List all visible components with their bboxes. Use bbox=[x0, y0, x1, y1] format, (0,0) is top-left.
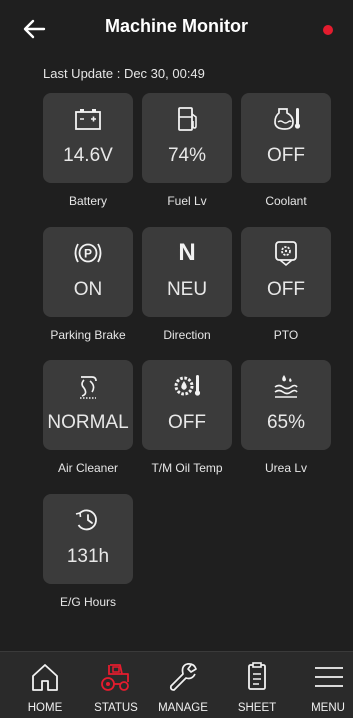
oil-temp-tile[interactable]: OFF bbox=[142, 360, 232, 450]
coolant-tile[interactable]: OFF bbox=[241, 93, 331, 183]
urea-value: 65% bbox=[266, 412, 306, 433]
engine-hours-icon bbox=[75, 509, 97, 531]
urea-level-icon bbox=[274, 375, 298, 398]
battery-tile[interactable]: 14.6V bbox=[43, 93, 133, 183]
oil-temp-label: T/M Oil Temp bbox=[151, 461, 223, 475]
direction-tile[interactable]: N NEU bbox=[142, 227, 232, 317]
nav-home[interactable]: HOME bbox=[10, 652, 80, 718]
nav-menu[interactable]: MENU bbox=[293, 652, 353, 718]
neutral-icon: N bbox=[178, 239, 196, 266]
nav-status[interactable]: STATUS bbox=[81, 652, 151, 718]
direction-label: Direction bbox=[163, 328, 211, 342]
air-cleaner-icon bbox=[80, 376, 97, 399]
page-title: Machine Monitor bbox=[105, 16, 248, 36]
parking-brake-tile[interactable]: P ON bbox=[43, 227, 133, 317]
engine-hours-label: E/G Hours bbox=[59, 595, 116, 609]
app-header: Machine Monitor bbox=[0, 0, 353, 58]
menu-icon bbox=[315, 667, 343, 687]
fuel-value: 74% bbox=[167, 145, 207, 166]
pto-value: OFF bbox=[267, 279, 305, 300]
pto-icon bbox=[275, 241, 297, 267]
pto-tile[interactable]: OFF bbox=[241, 227, 331, 317]
status-dot-icon bbox=[323, 25, 333, 35]
pto-label: PTO bbox=[273, 328, 299, 342]
nav-home-label: HOME bbox=[27, 702, 63, 714]
battery-value: 14.6V bbox=[63, 145, 113, 166]
nav-menu-label: MENU bbox=[311, 702, 345, 714]
nav-manage[interactable]: MANAGE bbox=[148, 652, 218, 718]
svg-text:P: P bbox=[84, 247, 92, 261]
tractor-icon bbox=[101, 664, 129, 691]
fuel-label: Fuel Lv bbox=[167, 194, 207, 208]
oil-temp-icon bbox=[174, 375, 201, 396]
air-cleaner-tile[interactable]: NORMAL bbox=[43, 360, 133, 450]
engine-hours-tile[interactable]: 131h bbox=[43, 494, 133, 584]
parking-brake-icon: P bbox=[74, 243, 102, 263]
last-update-text: Last Update : Dec 30, 00:49 bbox=[43, 66, 205, 81]
air-cleaner-value: NORMAL bbox=[47, 412, 129, 433]
fuel-tile[interactable]: 74% bbox=[142, 93, 232, 183]
clipboard-icon bbox=[248, 662, 266, 690]
coolant-label: Coolant bbox=[265, 194, 307, 208]
nav-sheet[interactable]: SHEET bbox=[222, 652, 292, 718]
parking-brake-label: Parking Brake bbox=[50, 328, 126, 342]
fuel-pump-icon bbox=[178, 107, 197, 131]
urea-tile[interactable]: 65% bbox=[241, 360, 331, 450]
home-icon bbox=[32, 664, 58, 691]
engine-hours-value: 131h bbox=[66, 546, 110, 567]
urea-label: Urea Lv bbox=[264, 461, 308, 475]
coolant-value: OFF bbox=[267, 145, 305, 166]
direction-value: NEU bbox=[166, 279, 208, 300]
wrench-icon bbox=[169, 663, 197, 691]
coolant-temp-icon bbox=[274, 108, 301, 130]
battery-icon bbox=[75, 109, 101, 130]
bottom-nav: HOME STATUS MANAGE SHEET MENU bbox=[0, 651, 353, 718]
parking-brake-value: ON bbox=[73, 279, 103, 300]
battery-label: Battery bbox=[68, 194, 107, 208]
nav-manage-label: MANAGE bbox=[158, 702, 208, 714]
nav-sheet-label: SHEET bbox=[237, 702, 277, 714]
air-cleaner-label: Air Cleaner bbox=[57, 461, 119, 475]
oil-temp-value: OFF bbox=[168, 412, 206, 433]
